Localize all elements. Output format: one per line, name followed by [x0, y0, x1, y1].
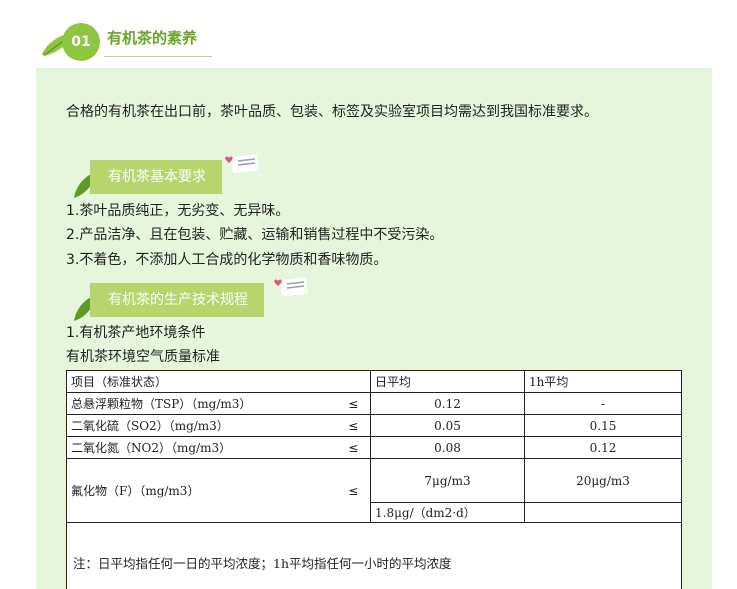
- row-le: ≤: [336, 436, 371, 459]
- basic-item-2: 2.产品洁净、且在包装、贮藏、运输和销售过程中不受污染。: [66, 227, 444, 243]
- intro-paragraph: 合格的有机茶在出口前，茶叶品质、包装、标签及实验室项目均需达到我国标准要求。: [66, 104, 598, 120]
- subheader-tag: 有机茶基本要求: [90, 160, 222, 194]
- table-row: 二氧化硫（SO2）（mg/m3） ≤ 0.05 0.15: [66, 414, 682, 437]
- row-name: 二氧化硫（SO2）（mg/m3）: [66, 414, 337, 437]
- section-underline: [104, 56, 212, 57]
- basic-item-3: 3.不着色，不添加人工合成的化学物质和香味物质。: [66, 252, 388, 268]
- section-header: 01 有机茶的素养: [40, 18, 220, 62]
- header-day-average: 日平均: [370, 370, 525, 393]
- table-row: 二氧化氮（NO2）（mg/m3） ≤ 0.08 0.12: [66, 436, 682, 459]
- table-caption: 有机茶环境空气质量标准: [66, 349, 220, 365]
- table-header-row: 项目（标准状态） 日平均 1h平均: [66, 370, 682, 393]
- tech-item-1: 1.有机茶产地环境条件: [66, 325, 206, 341]
- row-day: 0.05: [370, 414, 525, 437]
- row-hour: 0.15: [524, 414, 682, 437]
- row-le: ≤: [336, 414, 371, 437]
- row-le: ≤: [336, 458, 371, 523]
- header-hour-average: 1h平均: [524, 370, 682, 393]
- row-name: 二氧化氮（NO2）（mg/m3）: [66, 436, 337, 459]
- section-number: 01: [62, 23, 100, 61]
- row-le: ≤: [336, 392, 371, 415]
- row-name: 氟化物（F）（mg/m3）: [66, 458, 337, 523]
- row-name: 总悬浮颗粒物（TSP）（mg/m3）: [66, 392, 337, 415]
- table-row-fluoride: 氟化物（F）（mg/m3） ≤ 7μg/m3 20μg/m3: [66, 458, 682, 523]
- row-hour: 20μg/m3: [524, 458, 682, 503]
- row-day-extra: 1.8μg/（dm2·d）: [370, 502, 525, 523]
- header-item: 项目（标准状态）: [66, 370, 371, 393]
- air-quality-table: 项目（标准状态） 日平均 1h平均 总悬浮颗粒物（TSP）（mg/m3） ≤ 0…: [66, 370, 682, 589]
- note-heart-icon: [225, 154, 259, 174]
- row-hour-extra: [524, 502, 682, 523]
- table-row: 总悬浮颗粒物（TSP）（mg/m3） ≤ 0.12 -: [66, 392, 682, 415]
- note-heart-icon: [274, 277, 308, 297]
- section-title: 有机茶的素养: [107, 29, 198, 47]
- table-note-row: 注：日平均指任何一日的平均浓度；1h平均指任何一小时的平均浓度: [66, 522, 682, 589]
- table-note: 注：日平均指任何一日的平均浓度；1h平均指任何一小时的平均浓度: [66, 522, 682, 589]
- row-hour: 0.12: [524, 436, 682, 459]
- row-day: 0.08: [370, 436, 525, 459]
- row-day: 0.12: [370, 392, 525, 415]
- subheader-tech: 有机茶的生产技术规程: [72, 277, 312, 325]
- basic-item-1: 1.茶叶品质纯正，无劣变、无异味。: [66, 203, 290, 219]
- subheader-tag: 有机茶的生产技术规程: [90, 283, 264, 317]
- row-hour: -: [524, 392, 682, 415]
- row-day: 7μg/m3: [370, 458, 525, 503]
- subheader-basic: 有机茶基本要求: [72, 154, 312, 202]
